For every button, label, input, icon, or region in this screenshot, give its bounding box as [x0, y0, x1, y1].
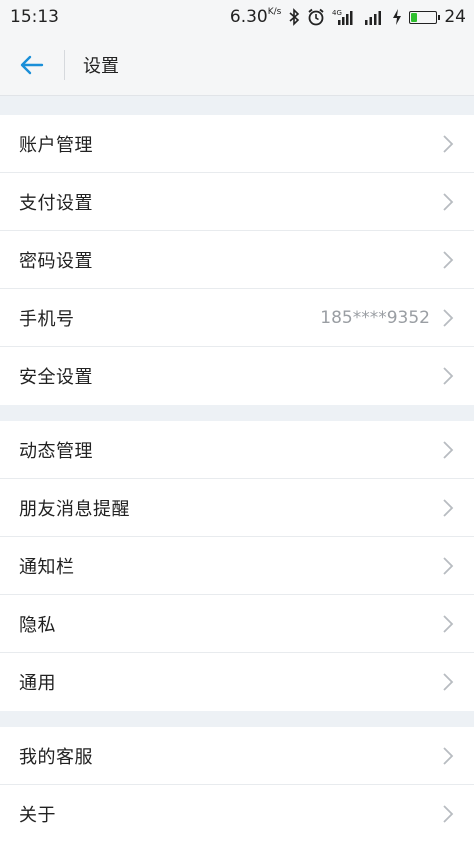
settings-item-payment-settings[interactable]: 支付设置 — [0, 173, 474, 231]
settings-item-password-settings[interactable]: 密码设置 — [0, 231, 474, 289]
status-indicators: 6.30K/s 4G 24 — [230, 7, 466, 27]
chevron-right-icon — [442, 614, 454, 634]
settings-item-moments-management[interactable]: 动态管理 — [0, 421, 474, 479]
chevron-right-icon — [442, 804, 454, 824]
settings-item-label: 动态管理 — [19, 440, 93, 462]
bluetooth-icon — [288, 8, 300, 26]
battery-icon — [409, 10, 441, 24]
settings-item-privacy[interactable]: 隐私 — [0, 595, 474, 653]
settings-section-social: 动态管理 朋友消息提醒 通知栏 隐私 通用 — [0, 421, 474, 711]
chevron-right-icon — [442, 746, 454, 766]
chevron-right-icon — [442, 498, 454, 518]
settings-item-friend-notifications[interactable]: 朋友消息提醒 — [0, 479, 474, 537]
chevron-right-icon — [442, 192, 454, 212]
signal-4g-icon: 4G — [332, 8, 356, 26]
settings-item-label: 安全设置 — [19, 367, 93, 388]
chevron-right-icon — [442, 134, 454, 154]
svg-text:4G: 4G — [332, 9, 342, 17]
settings-item-customer-service[interactable]: 我的客服 — [0, 727, 474, 785]
status-time: 15:13 — [10, 7, 59, 27]
back-button[interactable] — [0, 34, 64, 96]
settings-item-label: 隐私 — [19, 614, 56, 636]
page-title: 设置 — [83, 55, 119, 77]
chevron-right-icon — [442, 672, 454, 692]
settings-item-phone-number[interactable]: 手机号 185****9352 — [0, 289, 474, 347]
chevron-right-icon — [442, 308, 454, 328]
arrow-left-icon — [20, 55, 44, 74]
chevron-right-icon — [442, 250, 454, 270]
battery-level: 24 — [444, 7, 466, 27]
settings-item-general[interactable]: 通用 — [0, 653, 474, 711]
settings-item-account-management[interactable]: 账户管理 — [0, 115, 474, 173]
title-divider — [64, 49, 65, 80]
chevron-right-icon — [442, 440, 454, 460]
title-bar: 设置 — [0, 34, 474, 96]
settings-item-label: 关于 — [19, 805, 56, 826]
settings-item-about[interactable]: 关于 — [0, 785, 474, 843]
settings-item-label: 通知栏 — [19, 556, 75, 578]
settings-item-security-settings[interactable]: 安全设置 — [0, 347, 474, 405]
chevron-right-icon — [442, 366, 454, 386]
settings-item-label: 我的客服 — [19, 746, 93, 768]
alarm-icon — [307, 8, 325, 26]
settings-item-label: 密码设置 — [19, 250, 93, 272]
settings-item-label: 通用 — [19, 673, 56, 694]
charging-icon — [392, 8, 402, 26]
chevron-right-icon — [442, 556, 454, 576]
net-speed: 6.30K/s — [229, 7, 282, 27]
status-bar: 15:13 6.30K/s 4G 24 — [0, 0, 474, 34]
phone-number-value: 185****9352 — [320, 307, 430, 328]
signal-icon — [363, 8, 385, 26]
settings-item-label: 朋友消息提醒 — [19, 498, 130, 520]
settings-item-label: 账户管理 — [19, 134, 93, 156]
settings-item-label: 支付设置 — [19, 192, 93, 214]
settings-item-notification-bar[interactable]: 通知栏 — [0, 537, 474, 595]
settings-section-support: 我的客服 关于 — [0, 727, 474, 843]
settings-section-account: 账户管理 支付设置 密码设置 手机号 185****9352 安全设置 — [0, 115, 474, 405]
settings-item-label: 手机号 — [19, 308, 75, 330]
